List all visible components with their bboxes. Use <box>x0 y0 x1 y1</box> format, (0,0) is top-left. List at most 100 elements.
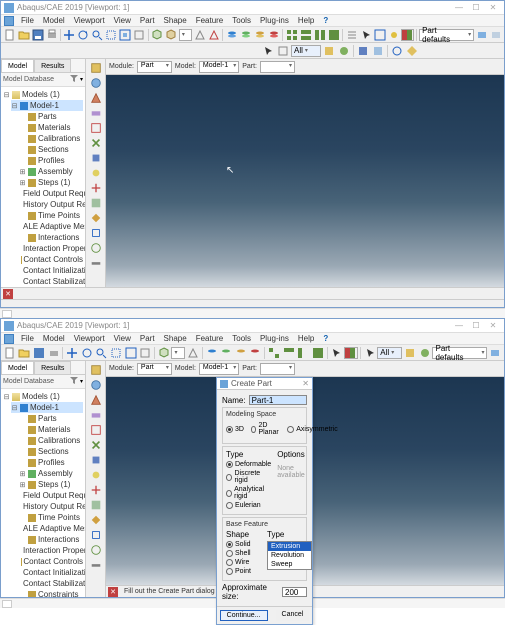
sel-e-icon[interactable] <box>390 44 404 58</box>
tree-node[interactable]: ⊟Models (1) <box>3 89 83 100</box>
color-button[interactable] <box>401 29 414 41</box>
tab-model[interactable]: Model <box>1 59 34 72</box>
radio-solid[interactable]: Solid <box>226 541 261 548</box>
toolbox-btn-8[interactable] <box>88 181 104 195</box>
menu-tools-2[interactable]: Tools <box>228 334 255 343</box>
toolbox-btn-7[interactable] <box>88 468 104 482</box>
minimize-button[interactable]: — <box>451 3 467 13</box>
menu-part-2[interactable]: Part <box>136 334 159 343</box>
tree-node[interactable]: Contact Controls <box>19 556 83 567</box>
tab-results-2[interactable]: Results <box>34 361 71 374</box>
sel-f-icon[interactable] <box>405 44 419 58</box>
new-icon[interactable] <box>3 28 16 42</box>
toolbox-btn-8[interactable] <box>88 483 104 497</box>
dialog-close-button[interactable]: ✕ <box>302 379 309 388</box>
persp2-icon[interactable] <box>207 28 220 42</box>
menu-shape-2[interactable]: Shape <box>160 334 191 343</box>
persp-icon[interactable] <box>193 28 206 42</box>
status-x-icon[interactable]: ✕ <box>3 289 13 299</box>
toolbox-btn-4[interactable] <box>88 423 104 437</box>
sel-b-icon[interactable] <box>337 44 351 58</box>
toolbox-btn-12[interactable] <box>88 241 104 255</box>
toolbox-btn-4[interactable] <box>88 121 104 135</box>
info-icon[interactable] <box>373 28 386 42</box>
menu-model[interactable]: Model <box>39 16 69 25</box>
tree-node[interactable]: Contact Stabilizations <box>19 578 83 589</box>
grid2-icon-2[interactable] <box>282 346 296 360</box>
part-dropdown-2[interactable] <box>260 363 295 375</box>
menu-viewport-2[interactable]: Viewport <box>70 334 109 343</box>
pan-icon-2[interactable] <box>65 346 79 360</box>
tree-node[interactable]: Field Output Request <box>19 490 83 501</box>
toolbox-btn-3[interactable] <box>88 408 104 422</box>
persp-icon-2[interactable] <box>186 346 200 360</box>
grid1-icon-2[interactable] <box>267 346 281 360</box>
grid4-icon-2[interactable] <box>311 346 325 360</box>
continue-button[interactable]: Continue... <box>220 610 268 621</box>
menu-view[interactable]: View <box>110 16 135 25</box>
part-dropdown[interactable] <box>260 61 295 73</box>
sel-pointer-2[interactable] <box>363 346 377 360</box>
layers3-icon[interactable] <box>253 28 266 42</box>
tree-node[interactable]: Materials <box>19 122 83 133</box>
name-input[interactable]: Part-1 <box>249 395 307 405</box>
open-icon-2[interactable] <box>18 346 32 360</box>
tree-node[interactable]: Constraints <box>19 589 83 597</box>
autofit-icon[interactable] <box>133 28 146 42</box>
tree-node[interactable]: Sections <box>19 144 83 155</box>
radio-3d[interactable]: 3D <box>226 426 244 433</box>
toolbox-btn-10[interactable] <box>88 211 104 225</box>
radio-point[interactable]: Point <box>226 568 261 575</box>
maximize-button-2[interactable]: ☐ <box>468 321 484 331</box>
toolbox-btn-11[interactable] <box>88 528 104 542</box>
toolbox-btn-6[interactable] <box>88 151 104 165</box>
tree-node[interactable]: ALE Adaptive Mesh C <box>19 523 83 534</box>
radio-2d-planar[interactable]: 2D Planar <box>251 422 280 436</box>
menu-part[interactable]: Part <box>136 16 159 25</box>
tree-node[interactable]: ⊞Steps (1) <box>19 177 83 188</box>
annot-icon[interactable] <box>345 28 358 42</box>
model-dropdown-2[interactable]: Model-1 <box>199 363 239 375</box>
tree-node[interactable]: Parts <box>19 111 83 122</box>
tree-node[interactable]: Profiles <box>19 457 83 468</box>
tree-node[interactable]: Contact Initializations <box>19 567 83 578</box>
tree-node[interactable]: ⊟Model-1 <box>11 402 83 413</box>
toolbox-btn-13[interactable] <box>88 558 104 572</box>
menu-plugins-2[interactable]: Plug-ins <box>256 334 293 343</box>
radio-wire[interactable]: Wire <box>226 559 261 566</box>
sel-d-icon[interactable] <box>371 44 385 58</box>
tree-node[interactable]: Interaction Properties <box>19 545 83 556</box>
feature-option[interactable]: Sweep <box>268 560 311 569</box>
menu-file-2[interactable]: File <box>17 334 38 343</box>
tree-node[interactable]: ⊟Models (1) <box>3 391 83 402</box>
view-sel-icon[interactable] <box>165 28 178 42</box>
zoom-box-icon[interactable] <box>105 28 118 42</box>
toolbox-btn-2[interactable] <box>88 91 104 105</box>
model-tree[interactable]: ⊟Models (1)⊟Model-1PartsMaterialsCalibra… <box>1 87 85 287</box>
open-icon[interactable] <box>17 28 30 42</box>
tree-node[interactable]: Materials <box>19 424 83 435</box>
layers3-icon-2[interactable] <box>234 346 248 360</box>
pan-icon[interactable] <box>63 28 76 42</box>
approx-size-input[interactable]: 200 <box>282 587 307 597</box>
toolbox-btn-1[interactable] <box>88 76 104 90</box>
toolbox-btn-9[interactable] <box>88 498 104 512</box>
toolbox-btn-13[interactable] <box>88 256 104 270</box>
view-dropdown[interactable]: ▾ <box>179 29 192 41</box>
toolbox-btn-3[interactable] <box>88 106 104 120</box>
toolbox-btn-6[interactable] <box>88 453 104 467</box>
tree-node[interactable]: Profiles <box>19 155 83 166</box>
tab-model-2[interactable]: Model <box>1 361 34 374</box>
menu-help[interactable]: Help <box>294 16 318 25</box>
tab-results[interactable]: Results <box>34 59 71 72</box>
toolbox-btn-9[interactable] <box>88 196 104 210</box>
tree-node[interactable]: Time Points <box>19 210 83 221</box>
select-icon-2[interactable] <box>329 346 343 360</box>
tree-node[interactable]: Calibrations <box>19 133 83 144</box>
grid3-icon-2[interactable] <box>296 346 310 360</box>
status-x-icon-2[interactable]: ✕ <box>108 587 118 597</box>
menu-viewport[interactable]: Viewport <box>70 16 109 25</box>
tree-filter-icon[interactable] <box>70 75 78 85</box>
grid3-icon[interactable] <box>313 28 326 42</box>
layers1-icon-2[interactable] <box>205 346 219 360</box>
